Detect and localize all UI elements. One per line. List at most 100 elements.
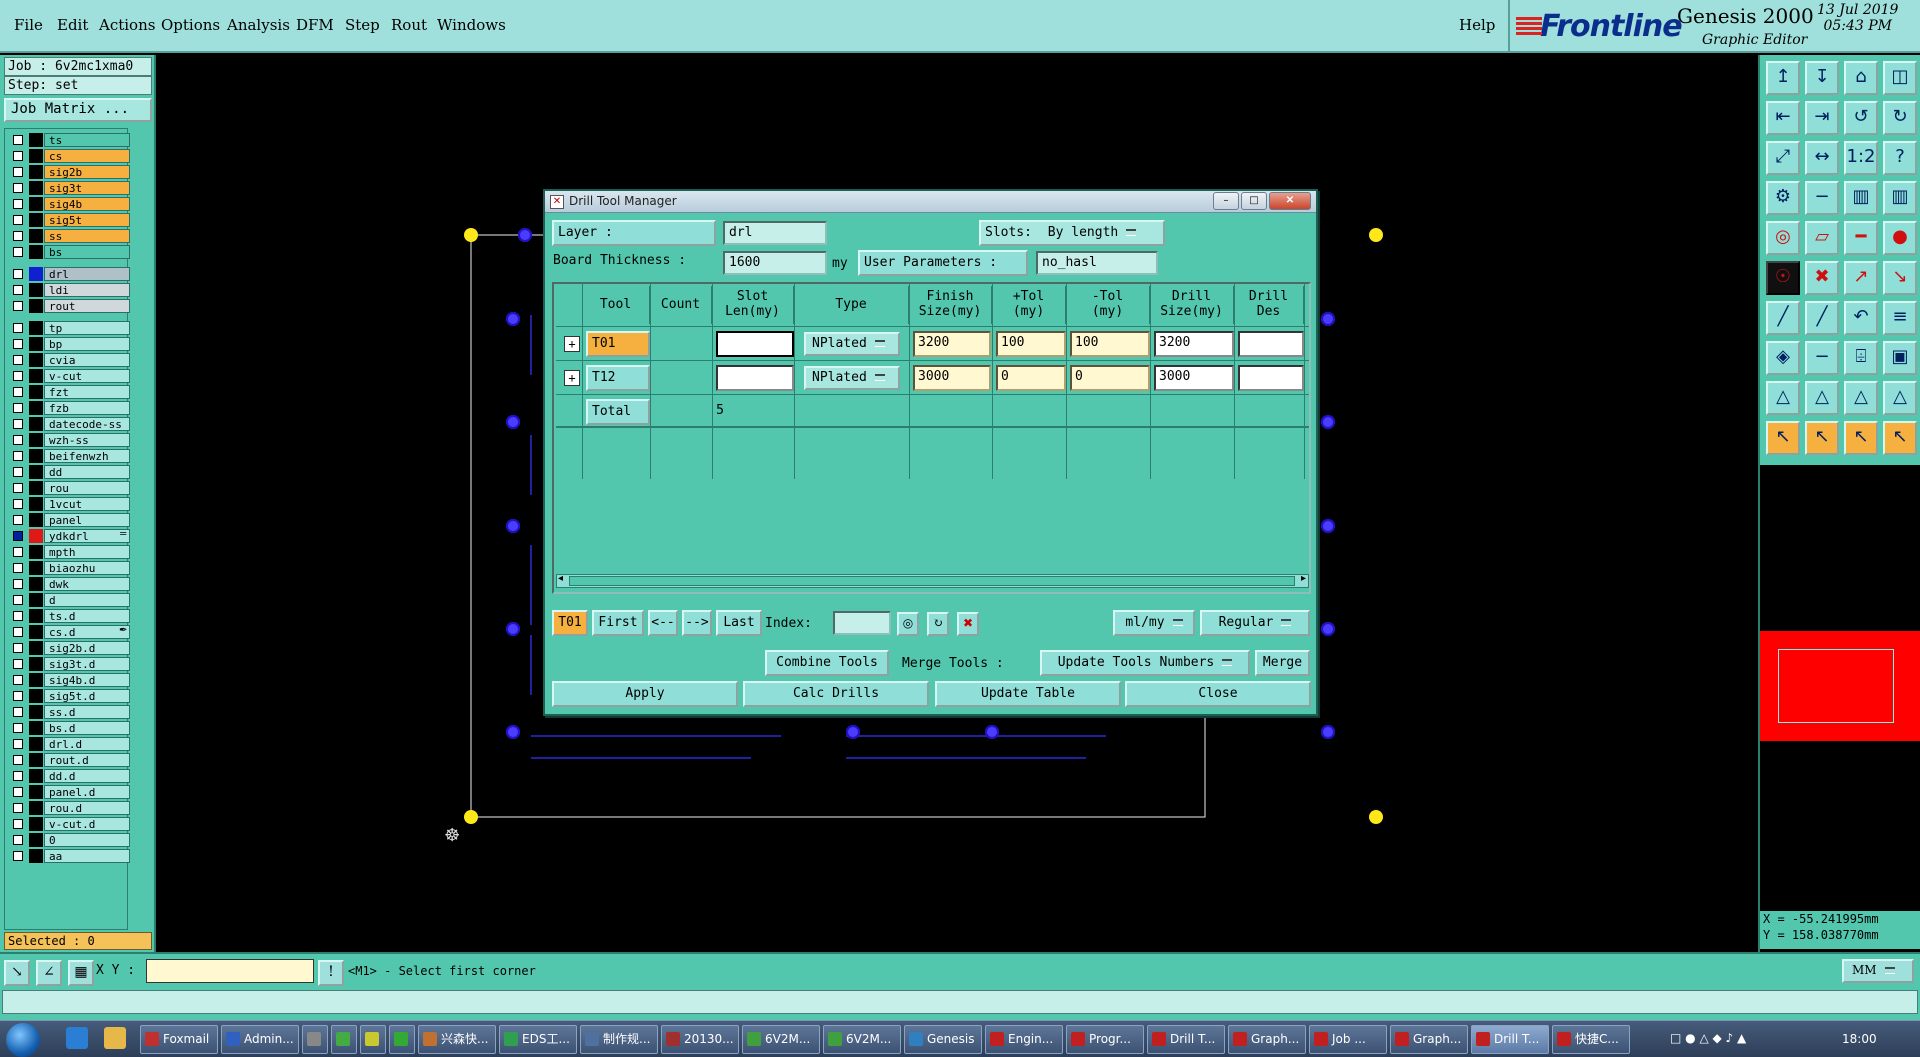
grid-icon[interactable]: ▣ <box>1883 341 1917 375</box>
layer-checkbox[interactable] <box>13 611 23 621</box>
layer-checkbox[interactable] <box>13 499 23 509</box>
taskbar-item[interactable]: 制作规... <box>580 1025 658 1054</box>
layer-name[interactable]: ts <box>44 133 130 147</box>
merge-button[interactable]: Merge <box>1255 650 1310 676</box>
taskbar-item[interactable]: Foxmail <box>140 1025 218 1054</box>
layer-row[interactable]: ydkdrl = <box>7 529 130 543</box>
layer-color-swatch[interactable] <box>29 753 43 767</box>
layer-row[interactable]: datecode-ss <box>7 417 130 431</box>
select-b-icon[interactable]: ↖ <box>1805 421 1839 455</box>
drill-size-input[interactable]: 3000 <box>1154 365 1234 391</box>
taskbar-item[interactable] <box>302 1025 328 1054</box>
layer-color-swatch[interactable] <box>29 401 43 415</box>
layer-name[interactable]: panel <box>44 513 130 527</box>
shape-icon[interactable]: ▱ <box>1805 221 1839 255</box>
taskbar-item[interactable]: Job ... <box>1309 1025 1387 1054</box>
layer-color-swatch[interactable] <box>29 245 43 259</box>
layer-checkbox[interactable] <box>13 435 23 445</box>
col-count[interactable]: Count <box>650 286 712 324</box>
layer-color-swatch[interactable] <box>29 657 43 671</box>
col-type[interactable]: Type <box>794 286 909 324</box>
tool-name[interactable]: T01 <box>586 331 650 357</box>
layer-row[interactable]: rou <box>7 481 130 495</box>
finish-size-input[interactable]: 3200 <box>913 331 991 357</box>
layer-checkbox[interactable] <box>13 563 23 573</box>
layer-row[interactable]: aa <box>7 849 130 863</box>
layer-color-swatch[interactable] <box>29 833 43 847</box>
layer-checkbox[interactable] <box>13 771 23 781</box>
prev-button[interactable]: <-- <box>648 610 678 636</box>
menu-options[interactable]: Options <box>161 16 220 34</box>
layer-checkbox[interactable] <box>13 755 23 765</box>
layer-name[interactable]: dwk <box>44 577 130 591</box>
layer-row[interactable]: rout <box>7 299 130 313</box>
layer-name[interactable]: fzt <box>44 385 130 399</box>
taskbar-item[interactable]: Graph... <box>1390 1025 1468 1054</box>
layer-row[interactable]: drl.d <box>7 737 130 751</box>
minus-icon[interactable]: − <box>1805 341 1839 375</box>
layer-name[interactable]: ss <box>44 229 130 243</box>
table-row[interactable]: + T01 4 NPlated 3200 100 100 3200 <box>556 326 1309 360</box>
layer-row[interactable]: sig2b <box>7 165 130 179</box>
index-input[interactable] <box>833 611 891 635</box>
layer-row[interactable]: v-cut <box>7 369 130 383</box>
layer-color-swatch[interactable] <box>29 165 43 179</box>
layer-checkbox[interactable] <box>13 787 23 797</box>
slot-len-input[interactable] <box>716 331 794 357</box>
layer-checkbox[interactable] <box>13 851 23 861</box>
layer-row[interactable]: d <box>7 593 130 607</box>
apply-button[interactable]: Apply <box>552 681 738 707</box>
col-minus-tol[interactable]: -Tol (my) <box>1066 286 1150 324</box>
layer-checkbox[interactable] <box>13 387 23 397</box>
layer-row[interactable]: wzh-ss <box>7 433 130 447</box>
layer-color-swatch[interactable] <box>29 353 43 367</box>
layer-row[interactable]: cs <box>7 149 130 163</box>
layer-checkbox[interactable] <box>13 643 23 653</box>
col-tool[interactable]: Tool <box>582 286 650 324</box>
taskbar-item[interactable]: 兴森快... <box>418 1025 496 1054</box>
move-left-icon[interactable]: ⇤ <box>1766 101 1800 135</box>
layer-name[interactable]: beifenwzh <box>44 449 130 463</box>
layer-row[interactable]: cs.d ✒ <box>7 625 130 639</box>
layer-row[interactable]: ldi <box>7 283 130 297</box>
taskbar-item[interactable]: Engin... <box>985 1025 1063 1054</box>
layer-row[interactable]: ts <box>7 133 130 147</box>
minus-tol-input[interactable]: 100 <box>1070 331 1150 357</box>
layer-input[interactable]: drl <box>723 221 827 245</box>
layer-color-swatch[interactable] <box>29 801 43 815</box>
menu-rout[interactable]: Rout <box>391 16 427 34</box>
snap-b-icon[interactable]: ▥ <box>1883 181 1917 215</box>
layer-checkbox[interactable] <box>13 675 23 685</box>
layer-name[interactable]: ldi <box>44 283 130 297</box>
expand-icon[interactable]: + <box>564 336 580 352</box>
layer-checkbox[interactable] <box>13 483 23 493</box>
taskbar-item[interactable]: 6V2M... <box>742 1025 820 1054</box>
layer-row[interactable]: bs <box>7 245 130 259</box>
layer-checkbox[interactable] <box>13 323 23 333</box>
layer-row[interactable]: fzb <box>7 401 130 415</box>
layer-row[interactable]: 1vcut <box>7 497 130 511</box>
taskbar-item[interactable]: Drill T... <box>1147 1025 1225 1054</box>
delete-icon[interactable]: ✖ <box>957 612 979 636</box>
layer-name[interactable]: 0 <box>44 833 130 847</box>
layer-up-icon[interactable]: ↥ <box>1766 61 1800 95</box>
menu-step[interactable]: Step <box>345 16 380 34</box>
layer-name[interactable]: 1vcut <box>44 497 130 511</box>
bar-icon[interactable]: ━ <box>1844 221 1878 255</box>
help-icon[interactable]: ? <box>1883 141 1917 175</box>
layer-checkbox[interactable] <box>13 247 23 257</box>
layer-row[interactable]: ss <box>7 229 130 243</box>
layer-name[interactable]: ydkdrl <box>44 529 130 543</box>
mirror-icon[interactable]: ◈ <box>1766 341 1800 375</box>
layer-name[interactable]: cs <box>44 149 130 163</box>
layer-color-swatch[interactable] <box>29 545 43 559</box>
layer-name[interactable]: datecode-ss <box>44 417 130 431</box>
layer-checkbox[interactable] <box>13 531 23 541</box>
layer-checkbox[interactable] <box>13 183 23 193</box>
info-icon[interactable]: ! <box>318 960 344 986</box>
layer-color-swatch[interactable] <box>29 513 43 527</box>
col-plus-tol[interactable]: +Tol (my) <box>992 286 1066 324</box>
layer-checkbox[interactable] <box>13 135 23 145</box>
layer-checkbox[interactable] <box>13 579 23 589</box>
layer-row[interactable]: cvia <box>7 353 130 367</box>
